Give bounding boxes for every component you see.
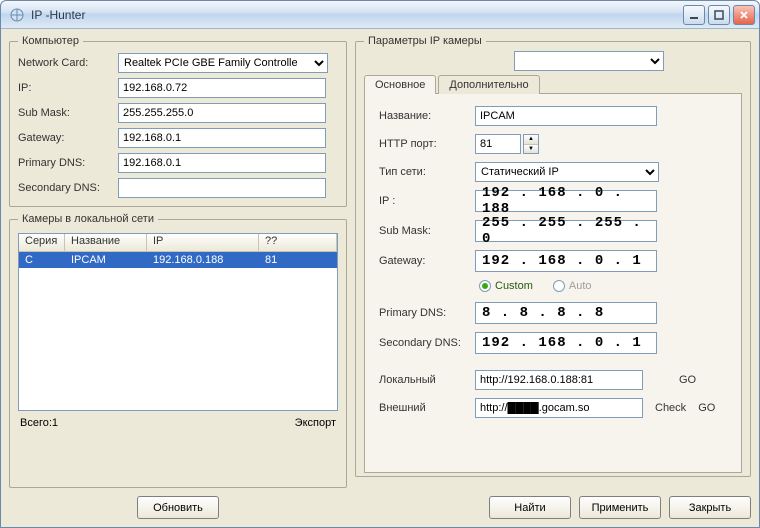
cam-submask-label: Sub Mask: <box>379 225 475 237</box>
col-serial[interactable]: Серия <box>19 234 65 251</box>
ip-field[interactable] <box>118 78 326 98</box>
network-card-label: Network Card: <box>18 57 118 69</box>
close-dialog-button[interactable]: Закрыть <box>669 496 751 519</box>
http-port-spinner[interactable]: ▲ ▼ <box>523 134 539 154</box>
http-port-label: HTTP порт: <box>379 138 475 150</box>
app-window: IP -Hunter Компьютер Network Card: Realt… <box>0 0 760 528</box>
local-url-field[interactable] <box>475 370 643 390</box>
list-header: Серия Название IP ?? <box>19 234 337 252</box>
col-ip[interactable]: IP <box>147 234 259 251</box>
cam-sdns-label: Secondary DNS: <box>379 337 475 349</box>
tabs: Основное Дополнительно <box>364 75 742 94</box>
cell-unknown: 81 <box>259 254 337 266</box>
chevron-down-icon[interactable]: ▼ <box>524 145 538 154</box>
export-link[interactable]: Экспорт <box>295 417 336 429</box>
maximize-button[interactable] <box>708 5 730 25</box>
col-unknown[interactable]: ?? <box>259 234 337 251</box>
table-row[interactable]: C IPCAM 192.168.0.188 81 <box>19 252 337 268</box>
radio-auto[interactable]: Auto <box>553 280 592 292</box>
camera-selector[interactable] <box>514 51 664 71</box>
cam-submask-field[interactable]: 255 . 255 . 255 . 0 <box>475 220 657 242</box>
primary-dns-label: Primary DNS: <box>18 157 118 169</box>
lan-cameras-group: Камеры в локальной сети Серия Название I… <box>9 213 347 488</box>
check-link[interactable]: Check <box>655 402 686 414</box>
local-go-link[interactable]: GO <box>679 374 696 386</box>
gateway-field[interactable] <box>118 128 326 148</box>
primary-dns-field[interactable] <box>118 153 326 173</box>
lan-cameras-legend: Камеры в локальной сети <box>18 213 158 225</box>
cam-gateway-label: Gateway: <box>379 255 475 267</box>
tab-basic[interactable]: Основное <box>364 75 436 94</box>
radio-on-icon <box>479 280 491 292</box>
close-button[interactable] <box>733 5 755 25</box>
submask-field[interactable] <box>118 103 326 123</box>
secondary-dns-field[interactable] <box>118 178 326 198</box>
network-card-combo[interactable]: Realtek PCIe GBE Family Controlle <box>118 53 328 73</box>
cam-pdns-field[interactable]: 8 . 8 . 8 . 8 <box>475 302 657 324</box>
apply-button[interactable]: Применить <box>579 496 661 519</box>
ip-label: IP: <box>18 82 118 94</box>
tab-panel-basic: Название: HTTP порт: ▲ ▼ <box>364 93 742 473</box>
cam-gateway-field[interactable]: 192 . 168 . 0 . 1 <box>475 250 657 272</box>
net-type-label: Тип сети: <box>379 166 475 178</box>
cam-name-label: Название: <box>379 110 475 122</box>
camera-params-group: Параметры IP камеры Основное Дополнитель… <box>355 35 751 477</box>
external-url-field[interactable] <box>475 398 643 418</box>
computer-group: Компьютер Network Card: Realtek PCIe GBE… <box>9 35 347 207</box>
secondary-dns-label: Secondary DNS: <box>18 182 118 194</box>
external-go-link[interactable]: GO <box>698 402 715 414</box>
cell-ip: 192.168.0.188 <box>147 254 259 266</box>
http-port-field[interactable] <box>475 134 521 154</box>
app-icon <box>9 7 25 23</box>
cam-pdns-label: Primary DNS: <box>379 307 475 319</box>
total-count-label: Всего:1 <box>20 417 58 429</box>
cell-name: IPCAM <box>65 254 147 266</box>
chevron-up-icon[interactable]: ▲ <box>524 135 538 145</box>
external-url-label: Внешний <box>379 402 475 414</box>
net-type-combo[interactable]: Статический IP <box>475 162 659 182</box>
cam-ip-label: IP : <box>379 195 475 207</box>
tab-advanced[interactable]: Дополнительно <box>438 75 539 94</box>
cam-sdns-field[interactable]: 192 . 168 . 0 . 1 <box>475 332 657 354</box>
minimize-button[interactable] <box>683 5 705 25</box>
window-title: IP -Hunter <box>31 8 85 22</box>
local-url-label: Локальный <box>379 374 475 386</box>
camera-params-legend: Параметры IP камеры <box>364 35 486 47</box>
refresh-button[interactable]: Обновить <box>137 496 219 519</box>
titlebar: IP -Hunter <box>1 1 759 29</box>
cell-serial: C <box>19 254 65 266</box>
computer-legend: Компьютер <box>18 35 83 47</box>
find-button[interactable]: Найти <box>489 496 571 519</box>
gateway-label: Gateway: <box>18 132 118 144</box>
lan-cameras-list[interactable]: Серия Название IP ?? C IPCAM 192.168.0.1… <box>18 233 338 411</box>
cam-ip-field[interactable]: 192 . 168 . 0 . 188 <box>475 190 657 212</box>
radio-custom[interactable]: Custom <box>479 280 533 292</box>
radio-off-icon <box>553 280 565 292</box>
cam-name-field[interactable] <box>475 106 657 126</box>
submask-label: Sub Mask: <box>18 107 118 119</box>
col-name[interactable]: Название <box>65 234 147 251</box>
